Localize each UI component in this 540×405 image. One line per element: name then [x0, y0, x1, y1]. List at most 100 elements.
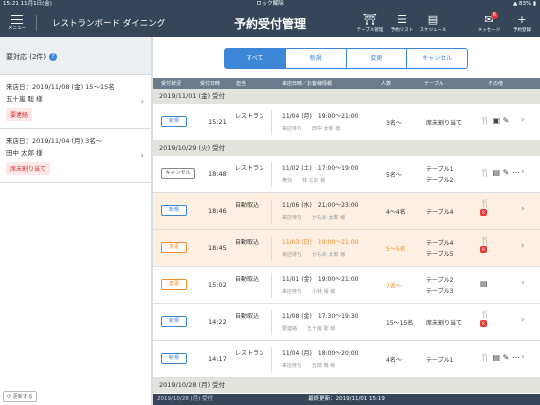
- tool-label: メッセージ: [477, 28, 501, 33]
- reservation-route: レストラン ボード・・・: [235, 113, 263, 120]
- option-icons: 🍴 ▤ ✎ ⋯: [480, 353, 520, 362]
- party-size: 3名〜: [386, 120, 402, 127]
- table-row[interactable]: 新規 18:46 自動取込 11/06 (水) 21:00〜23:00 来店待ち かもめ 太…: [153, 193, 540, 230]
- plus-button[interactable]: + 予約登録: [507, 13, 537, 33]
- refresh-button[interactable]: ⟳ 更新する: [3, 391, 37, 402]
- status-badge: 新規: [161, 353, 187, 364]
- tool-label: 予約リスト: [390, 28, 414, 33]
- visit-datetime: 11/04 (月) 18:00〜20:00: [282, 348, 358, 357]
- reservation-route: 自動取込: [235, 239, 260, 246]
- received-time: 15:21: [208, 118, 227, 126]
- list-button[interactable]: ☰ 予約リスト: [387, 13, 417, 33]
- tab-cancel[interactable]: キャンセル: [406, 49, 467, 68]
- visit-datetime: 11/08 (金) 17:30〜19:30: [282, 311, 358, 320]
- party-size: 4名〜: [386, 357, 402, 364]
- visit-status: 来店待ち: [282, 289, 303, 295]
- schedule-button[interactable]: ▤ スケジュール: [418, 13, 448, 33]
- visit-status: 来店待ち: [282, 215, 303, 221]
- guest-name: かもめ 太郎 様: [312, 215, 346, 221]
- table-row[interactable]: 新規 14:17 レストラン ボード・・・ 11/04 (月) 18:00〜20:00 来…: [153, 341, 540, 378]
- received-time: 18:46: [208, 207, 227, 215]
- reservation-route: 自動取込: [235, 276, 260, 283]
- plus-icon: +: [517, 13, 527, 26]
- date-group-header: 2019/11/01 (金) 受付: [153, 89, 540, 104]
- visit-time: 19:00〜21:00: [317, 276, 359, 283]
- table-row[interactable]: 変更 18:45 自動取込 11/03 (日) 19:00〜21:00 来店待ち かもめ 太…: [153, 230, 540, 267]
- table-row[interactable]: キャンセル 18:48 レストラン ボード・・・ 11/02 (土) 17:00〜19:…: [153, 156, 540, 193]
- column-header: テーブル: [424, 81, 444, 87]
- visit-time: 21:00〜23:00: [317, 202, 359, 209]
- table-assignment: 席未割り当て: [426, 318, 462, 327]
- received-time: 14:17: [208, 355, 227, 363]
- other-icons: 🍴 R: [480, 199, 490, 217]
- column-header: 人数: [381, 81, 392, 87]
- chevron-right-icon: ›: [140, 150, 144, 161]
- table-assignment: テーブル4 テーブル5: [426, 238, 453, 260]
- reservation-rows[interactable]: 2019/11/01 (金) 受付新規 15:21 レストラン ボード・・・ 11/0…: [153, 89, 540, 405]
- visit-date: 11/03 (日): [282, 239, 312, 246]
- guest-info: 来店待ち かもめ 太郎 様: [282, 251, 345, 258]
- table-row[interactable]: 新規 15:21 レストラン ボード・・・ 11/04 (月) 19:00〜21:00 来…: [153, 104, 540, 141]
- app-header: メニュー レストランボード ダイニング 予約受付管理 ⛩ テーブル管理 ☰ 予約リスト…: [0, 9, 540, 37]
- row-divider: [271, 273, 272, 298]
- chevron-right-icon: ›: [521, 115, 525, 125]
- column-header: 受付日時: [200, 81, 221, 87]
- guest-name: 五郎 暁 様: [312, 363, 336, 369]
- column-header: 担当: [236, 81, 247, 87]
- visit-time: 19:00〜21:00: [317, 113, 359, 120]
- guest-info: 要連絡 五十嵐 聡 様: [282, 325, 335, 332]
- status-badge: 新規: [161, 116, 187, 127]
- table-name: テーブル5: [426, 251, 454, 258]
- table-name: 席未割り当て: [426, 320, 463, 327]
- visit-time: 17:00〜19:00: [317, 165, 359, 172]
- visit-status: 来店待ち: [282, 363, 303, 369]
- tab-change[interactable]: 変更: [345, 49, 407, 68]
- visit-status: 来店待ち: [282, 126, 303, 132]
- visit-datetime: 11/01 (金) 19:00〜21:00: [282, 274, 358, 283]
- table-row[interactable]: 変更 15:02 自動取込 11/01 (金) 19:00〜21:00 来店待ち 小林 晴 …: [153, 267, 540, 304]
- chevron-right-icon: ›: [521, 167, 525, 177]
- party-size: 7名〜: [386, 283, 402, 290]
- option-icons: 🍴 ▣ ✎: [480, 116, 510, 125]
- help-icon[interactable]: ?: [49, 53, 58, 61]
- guest-info: 無効 林 なお 様: [282, 177, 325, 184]
- pending-visit-date: 来店日：2019/11/08 (金) 15〜15名: [6, 83, 115, 91]
- status-badge: キャンセル: [161, 168, 195, 179]
- row-divider: [271, 310, 272, 335]
- table-header: 受付状況 受付日時 担当 来店日時／お客様情報 人数 テーブル その他: [153, 78, 540, 89]
- status-badge: 変更: [161, 279, 187, 290]
- tool-label: スケジュール: [419, 28, 447, 33]
- chevron-right-icon: ›: [521, 352, 525, 362]
- party-size: 5〜5名: [386, 246, 406, 253]
- status-badge: 新規: [161, 205, 187, 216]
- visit-status: 無効: [282, 178, 293, 184]
- received-time: 18:48: [208, 170, 227, 178]
- visit-date: 11/04 (月): [282, 350, 312, 357]
- pending-card[interactable]: 来店日：2019/11/08 (金) 15〜15名 五十嵐 聡 様要連絡 ›: [0, 75, 151, 129]
- chevron-right-icon: ›: [140, 96, 144, 107]
- table-name: テーブル3: [426, 288, 454, 295]
- table-assignment: テーブル4: [426, 207, 453, 216]
- visit-date: 11/02 (土): [282, 165, 312, 172]
- message-button[interactable]: ✉ 6 メッセージ: [474, 12, 504, 33]
- guest-info: 来店待ち 田中 太郎 様: [282, 125, 340, 132]
- table-button[interactable]: ⛩ テーブル管理: [355, 13, 385, 33]
- pending-card[interactable]: 来店日：2019/11/04 (月) 3名〜 田中 太郎 様席未割り当て ›: [0, 129, 151, 183]
- last-updated: 最終更新：2019/11/01 15:19: [308, 396, 385, 402]
- chevron-right-icon: ›: [521, 204, 525, 214]
- table-name: テーブル1: [426, 357, 454, 364]
- reservation-route: レストラン ボード・・・: [235, 350, 263, 357]
- status-bar: 15:21 11月1日(金) ロック解除 ▲ 83% ▮: [0, 0, 540, 9]
- guest-name: 小林 晴 様: [312, 289, 336, 295]
- tab-all[interactable]: すべて: [225, 49, 285, 68]
- message-icon: ✉ 6: [484, 12, 498, 26]
- tab-new[interactable]: 新規: [284, 49, 346, 68]
- visit-status: 来店待ち: [282, 252, 303, 258]
- pending-tag: 要連絡: [6, 108, 33, 121]
- reservation-service-icon: R: [480, 209, 487, 216]
- status-badge: 新規: [161, 316, 187, 327]
- table-assignment: テーブル1 テーブル2: [426, 164, 453, 186]
- table-row[interactable]: 新規 14:22 自動取込 11/08 (金) 17:30〜19:30 要連絡 五十嵐 聡 …: [153, 304, 540, 341]
- visit-datetime: 11/03 (日) 19:00〜21:00: [282, 237, 358, 246]
- other-icons: 🍴 R: [480, 236, 490, 254]
